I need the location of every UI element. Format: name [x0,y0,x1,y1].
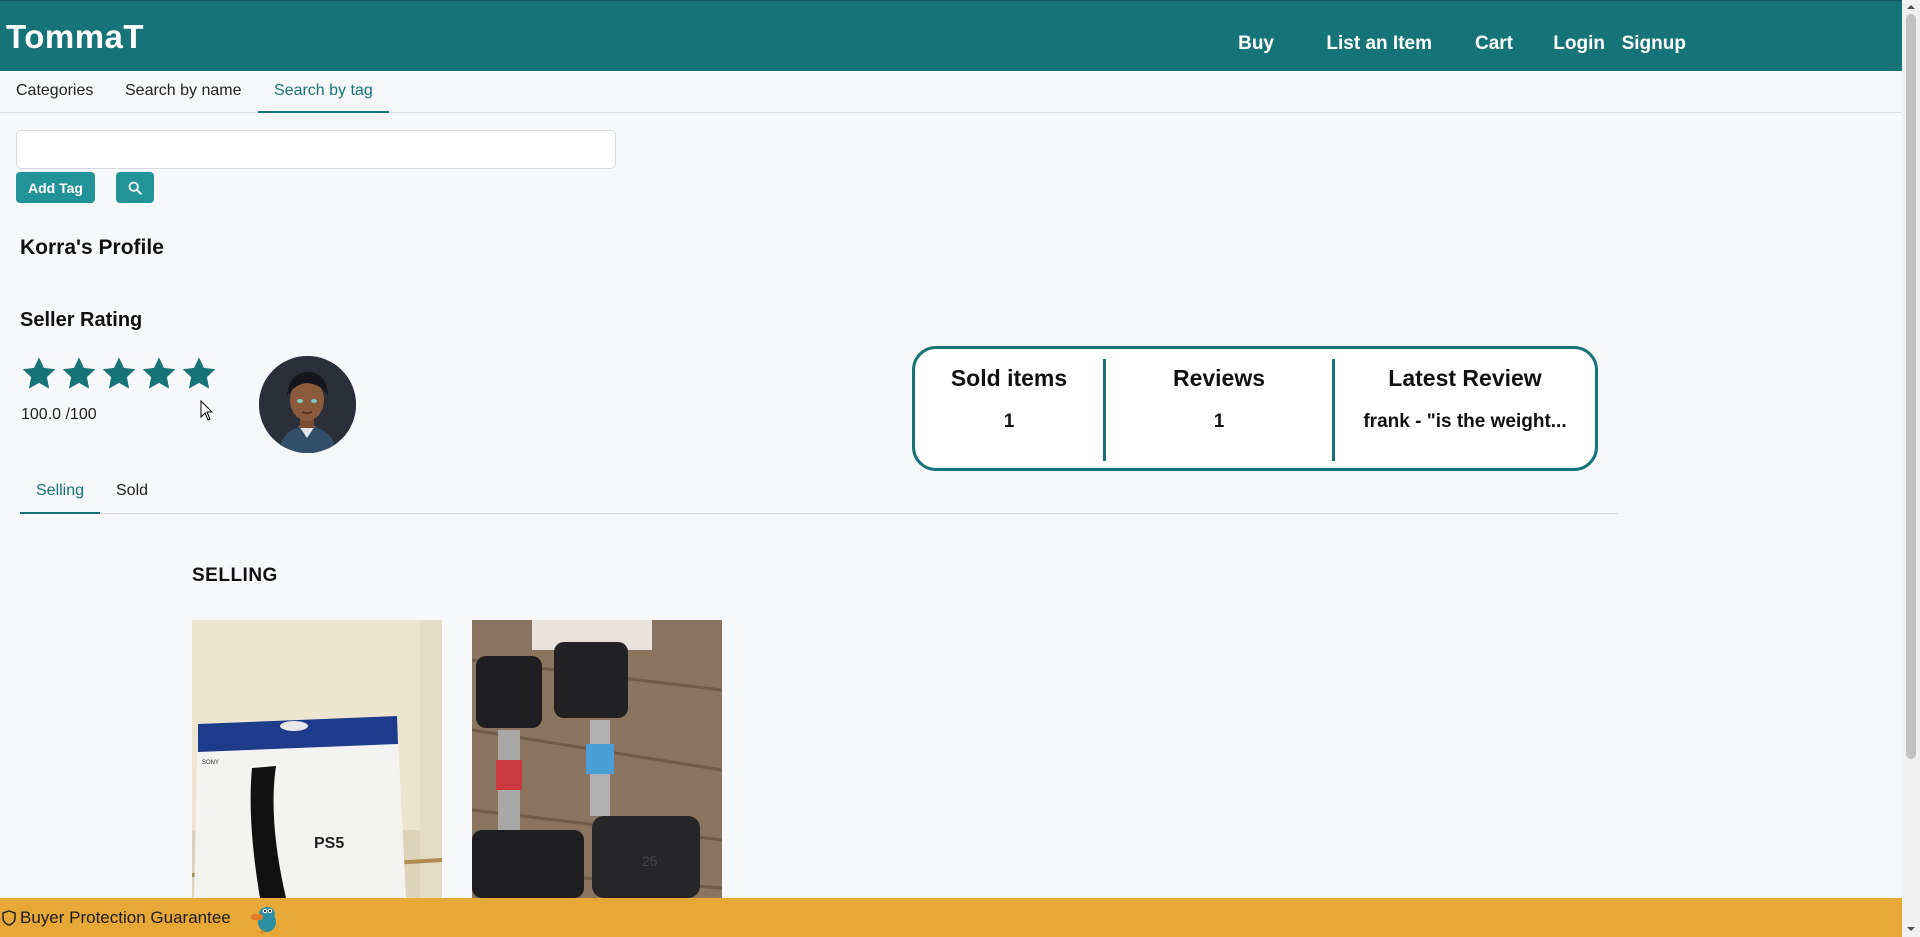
dumbbells-photo: 25 [472,620,722,898]
ps5-box-photo: PS5 SONY [192,620,442,898]
svg-text:PS5: PS5 [314,835,344,852]
reviews-value: 1 [1213,411,1225,432]
profile-tabs: Selling Sold [20,474,1618,514]
platypus-mascot-icon [250,906,276,934]
latest-review-value[interactable]: frank - "is the weight... [1335,411,1595,433]
tab-selling[interactable]: Selling [20,474,101,514]
search-tabs: Categories Search by name Search by tag [0,71,1902,113]
tag-input[interactable] [16,130,616,169]
reviews-stat: Reviews 1 [1106,349,1332,468]
nav-cart[interactable]: Cart [1475,33,1513,55]
tab-categories[interactable]: Categories [0,71,109,113]
star-icon [182,357,216,389]
star-icon [62,357,96,389]
page-scrollbar[interactable] [1902,0,1920,937]
search-icon [128,181,142,195]
scroll-down-icon[interactable] [1906,924,1916,934]
search-button[interactable] [116,172,154,203]
sold-items-stat: Sold items 1 [915,349,1103,468]
nav-list-item[interactable]: List an Item [1326,33,1432,55]
nav-buy[interactable]: Buy [1238,33,1274,55]
svg-text:SONY: SONY [202,760,219,766]
latest-review-stat: Latest Review frank - "is the weight... [1335,349,1595,468]
seller-rating-title: Seller Rating [20,309,143,331]
reviews-label: Reviews [1172,365,1266,391]
tab-search-by-tag[interactable]: Search by tag [258,71,389,113]
selling-section-title: SELLING [192,565,278,586]
sold-items-value: 1 [1003,411,1015,432]
add-tag-button[interactable]: Add Tag [16,172,95,203]
rating-value: 100.0 /100 [21,406,97,423]
avatar [259,356,356,453]
star-icon [22,357,56,389]
scroll-up-icon[interactable] [1906,2,1916,12]
item-card-dumbbells[interactable]: 25 [472,620,722,898]
star-icon [142,357,176,389]
nav-signup[interactable]: Signup [1622,33,1686,55]
buyer-protection-text[interactable]: Buyer Protection Guarantee [20,908,231,928]
tab-sold[interactable]: Sold [100,474,164,514]
mouse-cursor-icon [200,400,214,421]
item-card-ps5[interactable]: PS5 SONY [192,620,442,898]
sold-items-label: Sold items [950,365,1068,391]
seller-stats-box: Sold items 1 Reviews 1 Latest Review fra… [912,346,1598,471]
avatar-image [259,356,356,453]
nav-login[interactable]: Login [1553,33,1605,55]
svg-text:25: 25 [642,853,658,869]
brand-logo[interactable]: TommaT [6,18,144,56]
latest-review-label: Latest Review [1388,365,1542,391]
shield-icon [2,909,16,926]
star-icon [102,357,136,389]
scrollbar-thumb[interactable] [1906,14,1916,759]
profile-title: Korra's Profile [20,236,164,259]
tab-search-by-name[interactable]: Search by name [109,71,258,113]
buyer-protection-banner: Buyer Protection Guarantee [0,898,1902,937]
top-navbar: TommaT Buy List an Item Cart Login Signu… [0,0,1902,71]
